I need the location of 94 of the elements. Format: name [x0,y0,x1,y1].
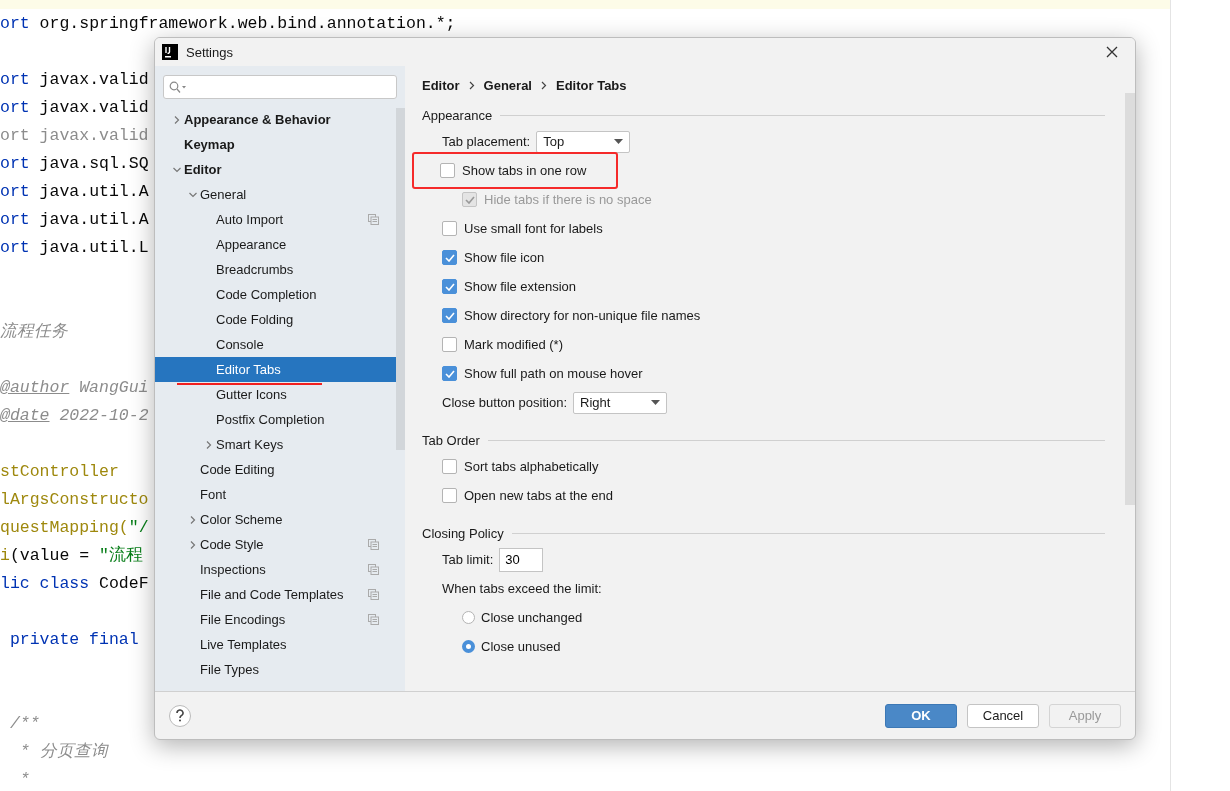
checkbox-label: Sort tabs alphabetically [464,459,599,474]
input-field[interactable]: 30 [499,547,544,572]
code-line: stController [0,461,119,483]
scrollbar[interactable] [1125,93,1135,505]
tree-item[interactable]: General [155,182,396,207]
tree-item[interactable]: Appearance & Behavior [155,107,396,132]
code-line: ort javax.valid [0,125,149,147]
tree-item[interactable]: Code Style [155,532,396,557]
checkbox[interactable] [442,221,457,236]
tree-item[interactable]: Code Folding [155,307,396,332]
tree-item[interactable]: Postfix Completion [155,407,396,432]
field-label: Tab limit: [442,552,494,567]
tree-item[interactable]: Appearance [155,232,396,257]
chevron-icon [468,80,475,90]
checkbox-label: Mark modified (*) [464,337,563,352]
window-title: Settings [186,44,233,60]
tree-item[interactable]: Code Completion [155,282,396,307]
question-mark-icon [175,709,185,722]
checkbox-label: Show file icon [464,250,545,265]
dropdown-arrow-icon [651,400,661,405]
radio-button[interactable] [462,640,475,653]
code-line: ort org.springframework.web.bind.annotation.*; [0,13,456,35]
code-line: ort javax.valid [0,69,149,91]
checkbox[interactable] [440,163,455,178]
tree-item[interactable]: Breadcrumbs [155,257,396,282]
code-line: private final [8,629,139,651]
code-line: 流程任务 [0,321,68,343]
app-logo-icon [162,44,178,60]
chevron-icon [541,80,547,90]
tree-item[interactable]: Smart Keys [155,432,396,457]
code-line: lArgsConstructo [0,489,149,511]
tree-item[interactable]: Keymap [155,132,396,157]
checkbox-label: Show directory for non-unique file names [464,308,701,323]
tree-item[interactable]: File Types [155,657,396,682]
tree-item[interactable]: File Encodings [155,607,396,632]
tree-item[interactable]: Live Templates [155,632,396,657]
code-line: ort java.util.A [0,181,149,203]
code-line: i(value = "流程 [0,544,143,567]
checkbox-label: Show full path on mouse hover [464,366,643,381]
radio-label: Close unused [481,639,561,654]
field-label: When tabs exceed the limit: [442,581,602,596]
tree-item[interactable]: Font [155,482,396,507]
tree-item[interactable]: Editor [155,157,396,182]
checkbox[interactable] [442,279,457,294]
radio-label: Close unchanged [481,610,583,625]
checkbox-label: Open new tabs at the end [464,488,613,503]
breadcrumb-item[interactable]: General [483,77,532,93]
dialog-button[interactable]: OK [885,703,957,728]
section-title: Appearance [422,107,493,123]
checkbox-label: Hide tabs if there is no space [484,192,652,207]
checkbox[interactable] [442,459,457,474]
checkbox-label: Show file extension [464,279,576,294]
code-line: ort java.util.L [0,237,149,259]
field-label: Close button position: [442,395,568,410]
dialog-button[interactable]: Cancel [967,703,1039,728]
section-title: Tab Order [422,432,480,448]
tree-item[interactable]: Inspections [155,557,396,582]
checkbox[interactable] [442,366,457,381]
dropdown[interactable]: Top [536,130,631,153]
code-line: lic class CodeF [0,573,149,595]
code-line: ort java.sql.SQ [0,153,149,175]
tree-item[interactable]: Code Editing [155,457,396,482]
code-line: ort java.util.A [0,209,149,231]
code-line: @author WangGui [0,377,149,399]
checkbox-label: Use small font for labels [464,221,603,236]
search-field[interactable] [163,75,397,99]
tree-item[interactable]: File and Code Templates [155,582,396,607]
tree-item[interactable]: Editor Tabs [155,357,396,382]
checkbox[interactable] [442,250,457,265]
close-icon[interactable] [1106,46,1118,58]
dropdown[interactable]: Right [573,391,668,414]
code-line: ort javax.valid [0,97,149,119]
breadcrumb-item[interactable]: Editor [422,77,460,93]
radio-button[interactable] [462,611,475,624]
checkbox-label: Show tabs in one row [462,163,587,178]
code-line: /** [8,713,40,735]
dropdown-arrow-icon [614,139,624,144]
tree-item[interactable]: Console [155,332,396,357]
tree-item[interactable]: Gutter Icons [155,382,396,407]
search-icon [169,81,187,93]
code-line: questMapping("/ [0,517,149,539]
help-button[interactable] [169,704,191,727]
code-line: * [18,769,30,791]
checkbox[interactable] [442,488,457,503]
code-line: * 分页查询 [18,741,108,763]
checkbox[interactable] [442,337,457,352]
scrollbar[interactable] [396,108,405,450]
section-title: Closing Policy [422,525,504,541]
field-label: Tab placement: [442,134,531,149]
breadcrumb-item[interactable]: Editor Tabs [556,77,627,93]
code-line: @date 2022-10-2 [0,405,149,427]
tree-item[interactable]: Color Scheme [155,507,396,532]
tree-item[interactable]: Auto Import [155,207,396,232]
checkbox[interactable] [442,308,457,323]
